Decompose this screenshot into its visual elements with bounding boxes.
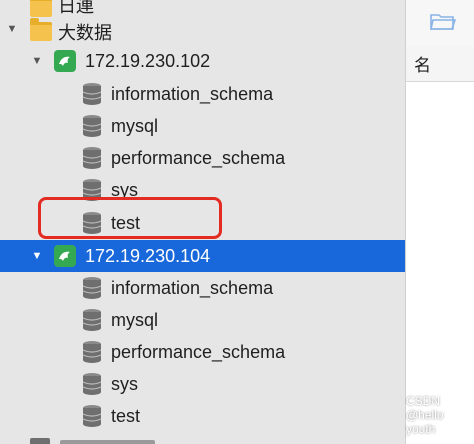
database-icon [82, 405, 102, 427]
tree-item-label: performance_schema [111, 342, 286, 362]
tree-item-label: sys [111, 374, 138, 394]
open-folder-icon[interactable] [430, 12, 456, 32]
tree-item-label: mysql [111, 116, 159, 136]
database-icon [82, 309, 102, 331]
object-panel: 名 CSDN @hello youth [405, 0, 474, 444]
mysql-connection-icon [54, 50, 76, 72]
chevron-down-icon[interactable]: ▼ [5, 22, 19, 36]
tree-item-label: test [111, 406, 141, 426]
tree-item-database[interactable]: performance_schema [0, 142, 405, 174]
highlight-annotation-box [38, 197, 222, 239]
database-icon [82, 277, 102, 299]
chevron-down-icon[interactable]: ▼ [30, 249, 44, 263]
database-icon [82, 341, 102, 363]
chevron-down-icon[interactable]: ▼ [30, 54, 44, 68]
watermark: CSDN @hello youth [406, 394, 444, 436]
tree-item-database[interactable]: mysql [0, 304, 405, 336]
tree-item-label: 172.19.230.102 [85, 51, 211, 71]
tree-item-label: 172.19.230.104 [85, 246, 211, 266]
tree-item-group[interactable]: ▼ 大数据 [0, 13, 405, 45]
mysql-connection-icon [54, 245, 76, 267]
tree-item-database[interactable]: test [0, 400, 405, 432]
tree-item-database[interactable]: sys [0, 368, 405, 400]
folder-icon [30, 18, 52, 41]
database-icon [82, 373, 102, 395]
database-icon [82, 83, 102, 105]
database-icon [82, 147, 102, 169]
next-tree-item-peek [30, 438, 155, 444]
tree-item-label: mysql [111, 310, 159, 330]
tree-item-database[interactable]: mysql [0, 110, 405, 142]
object-toolbar [406, 0, 474, 47]
tree-item-label: performance_schema [111, 148, 286, 168]
navigation-tree: 日連 ▼ 大数据 ▼ 172.19.230.102 information_sc… [0, 0, 405, 444]
tree-item-label: information_schema [111, 278, 274, 298]
tree-item-connection-1[interactable]: ▼ 172.19.230.102 [0, 45, 405, 77]
column-header-name[interactable]: 名 [406, 46, 474, 82]
tree-item-database[interactable]: information_schema [0, 78, 405, 110]
tree-item-database[interactable]: information_schema [0, 272, 405, 304]
tree-item-label: information_schema [111, 84, 274, 104]
tree-item-connection-2[interactable]: ▼ 172.19.230.104 [0, 240, 405, 272]
database-icon [82, 115, 102, 137]
tree-item-label: 大数据 [58, 23, 112, 43]
tree-item-database[interactable]: performance_schema [0, 336, 405, 368]
column-header-label: 名 [414, 56, 431, 75]
